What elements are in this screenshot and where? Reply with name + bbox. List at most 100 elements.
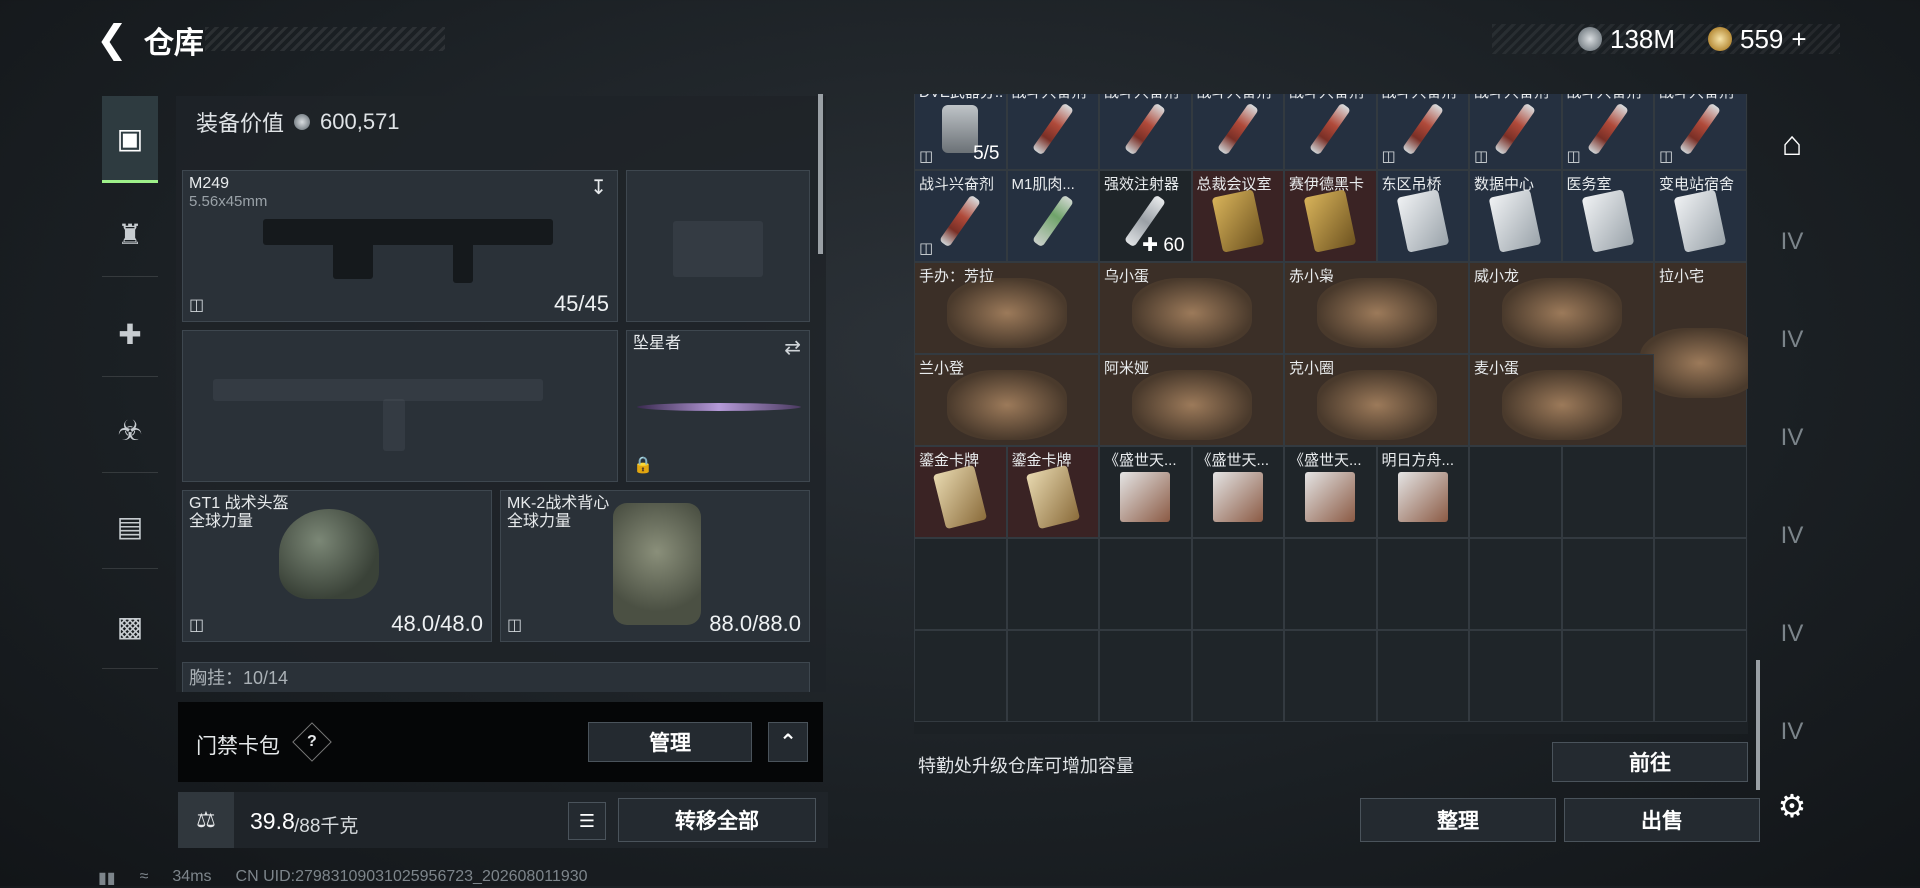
empty-grid-cell[interactable]	[1654, 630, 1747, 722]
empty-grid-cell[interactable]	[1469, 630, 1562, 722]
figurine-item-cell[interactable]: 阿米娅	[1099, 354, 1284, 446]
collectible-item-cell[interactable]: 《盛世天...	[1284, 446, 1377, 538]
grid-item-cell[interactable]: 东区吊桥	[1376, 170, 1469, 262]
grid-item-cell[interactable]: 战斗兴奋剂	[1099, 94, 1192, 170]
grid-scrollbar[interactable]	[1756, 660, 1760, 790]
figurine-item-cell[interactable]: 赤小枭	[1284, 262, 1469, 354]
sort-button[interactable]: 整理	[1360, 798, 1556, 842]
grid-item-cell[interactable]: 战斗兴奋剂 ◫	[1469, 94, 1562, 170]
expansion-level: IV	[1780, 228, 1804, 255]
empty-grid-cell[interactable]	[1191, 538, 1284, 630]
second-primary-slot[interactable]	[182, 330, 618, 482]
help-icon[interactable]: ?	[292, 722, 332, 762]
storage-expansion-icon[interactable]: IV	[1768, 610, 1816, 658]
grid-item-cell[interactable]: 数据中心	[1469, 170, 1562, 262]
armor-slot[interactable]: MK-2战术背心 全球力量 ◫ 88.0/88.0	[500, 490, 810, 642]
grid-item-cell[interactable]: 战斗兴奋剂 ◫	[914, 170, 1007, 262]
melee-slot[interactable]: 坠星者 ⇄ 🔒	[626, 330, 810, 482]
goto-button[interactable]: 前往	[1552, 742, 1748, 782]
grid-item-cell[interactable]: 赛伊德黑卡	[1284, 170, 1377, 262]
medical-kit-icon[interactable]: ✚	[102, 292, 158, 377]
grid-item-cell[interactable]: 战斗兴奋剂	[1006, 94, 1099, 170]
grid-item-cell[interactable]: M1肌肉...	[1006, 170, 1099, 262]
empty-grid-cell[interactable]	[1561, 630, 1654, 722]
secondary-weapon-slot[interactable]	[626, 170, 810, 322]
empty-grid-cell[interactable]	[1284, 630, 1377, 722]
sell-button[interactable]: 出售	[1564, 798, 1760, 842]
collectible-item-cell[interactable]: 鎏金卡牌	[1006, 446, 1099, 538]
help-icon-text: ?	[307, 733, 317, 750]
gold-currency-value: 559	[1740, 23, 1784, 54]
equipment-value-row: 装备价值 600,571	[196, 106, 400, 138]
storage-expansion-icon[interactable]: IV	[1768, 708, 1816, 756]
empty-grid-cell[interactable]	[1191, 630, 1284, 722]
download-icon[interactable]: ↧	[590, 175, 607, 200]
grid-item-cell[interactable]: 战斗兴奋剂 ◫	[1654, 94, 1747, 170]
grid-item-cell[interactable]: 强效注射器 ✚ 60	[1099, 170, 1192, 262]
storage-expansion-icon[interactable]: IV	[1768, 414, 1816, 462]
grid-item-cell[interactable]: 战斗兴奋剂 ◫	[1376, 94, 1469, 170]
right-storage-sidebar: ⌂ IV IV IV IV IV IV ⚙	[1762, 110, 1822, 830]
grid-item-cell[interactable]: 战斗兴奋剂	[1191, 94, 1284, 170]
gold-currency[interactable]: 559 +	[1708, 24, 1807, 54]
manage-button[interactable]: 管理	[588, 722, 752, 762]
figurine-item-cell[interactable]: 威小龙	[1469, 262, 1654, 354]
empty-grid-cell[interactable]	[1561, 446, 1654, 538]
figurine-item-cell[interactable]: 乌小蛋	[1099, 262, 1284, 354]
storage-expansion-icon[interactable]: IV	[1768, 218, 1816, 266]
empty-grid-cell[interactable]	[1376, 630, 1469, 722]
empty-grid-cell[interactable]	[1099, 538, 1192, 630]
empty-grid-cell[interactable]	[1469, 538, 1562, 630]
empty-grid-cell[interactable]	[1561, 538, 1654, 630]
warehouse-icon[interactable]: ⌂	[1768, 120, 1816, 168]
equipment-scrollbar[interactable]	[818, 94, 823, 254]
figurine-item-cell[interactable]: 手办：芳拉	[914, 262, 1099, 354]
storage-expansion-icon[interactable]: IV	[1768, 512, 1816, 560]
empty-grid-cell[interactable]	[1006, 630, 1099, 722]
grid-item-cell[interactable]: 总裁会议室	[1191, 170, 1284, 262]
backpack-icon[interactable]: ☣	[102, 388, 158, 473]
transfer-all-button[interactable]: 转移全部	[618, 798, 816, 842]
empty-grid-cell[interactable]	[1654, 538, 1747, 630]
empty-grid-cell[interactable]	[1284, 538, 1377, 630]
item-name: 乌小蛋	[1104, 268, 1150, 285]
primary-weapon-slot[interactable]: M249 5.56x45mm ↧ ◫ 45/45	[182, 170, 618, 322]
helmet-slot[interactable]: GT1 战术头盔 全球力量 ◫ 48.0/48.0	[182, 490, 492, 642]
collectible-item-cell[interactable]: 《盛世天...	[1191, 446, 1284, 538]
add-currency-icon[interactable]: +	[1791, 24, 1806, 55]
empty-grid-cell[interactable]	[1006, 538, 1099, 630]
figurine-item-cell[interactable]: 兰小登	[914, 354, 1099, 446]
list-icon[interactable]: ☰	[568, 802, 606, 840]
empty-grid-cell[interactable]	[1099, 630, 1192, 722]
pistol-icon[interactable]: ▣	[102, 96, 158, 183]
chevron-left-icon[interactable]: ❮	[96, 21, 128, 59]
figurine-item-cell[interactable]: 拉小宅	[1640, 262, 1748, 446]
empty-grid-cell[interactable]	[914, 538, 1007, 630]
gear-icon[interactable]: ⚙	[1768, 782, 1816, 830]
figurine-item-cell[interactable]: 麦小蛋	[1469, 354, 1654, 446]
grid-item-cell[interactable]: 战斗兴奋剂	[1284, 94, 1377, 170]
empty-grid-cell[interactable]	[914, 630, 1007, 722]
item-name: 东区吊桥	[1381, 176, 1442, 193]
grid-item-cell[interactable]: 战斗兴奋剂 ◫	[1561, 94, 1654, 170]
grid-item-cell[interactable]: DVE武器分... ◫ 5/5	[914, 94, 1007, 170]
collectible-item-cell[interactable]: 《盛世天...	[1099, 446, 1192, 538]
equipment-value: 600,571	[320, 109, 400, 134]
empty-grid-cell[interactable]	[1376, 538, 1469, 630]
book-icon	[1397, 471, 1448, 522]
chest-rig-slot[interactable]: 胸挂：10/14	[182, 662, 810, 692]
figurine-item-cell[interactable]: 克小圈	[1284, 354, 1469, 446]
empty-grid-cell[interactable]	[1469, 446, 1562, 538]
item-name: 战斗兴奋剂	[1197, 94, 1272, 102]
collectible-item-cell[interactable]: 明日方舟...	[1376, 446, 1469, 538]
empty-grid-cell[interactable]	[1654, 446, 1747, 538]
armor-icon[interactable]: ♜	[102, 192, 158, 277]
toolbox-icon[interactable]: ▩	[102, 584, 158, 669]
storage-expansion-icon[interactable]: IV	[1768, 316, 1816, 364]
grid-item-cell[interactable]: 变电站宿舍	[1654, 170, 1747, 262]
clipboard-icon[interactable]: ▤	[102, 484, 158, 569]
chevron-up-icon[interactable]: ⌃	[768, 722, 808, 762]
collectible-item-cell[interactable]: 鎏金卡牌	[914, 446, 1007, 538]
grid-item-cell[interactable]: 医务室	[1561, 170, 1654, 262]
swap-icon[interactable]: ⇄	[784, 335, 801, 360]
